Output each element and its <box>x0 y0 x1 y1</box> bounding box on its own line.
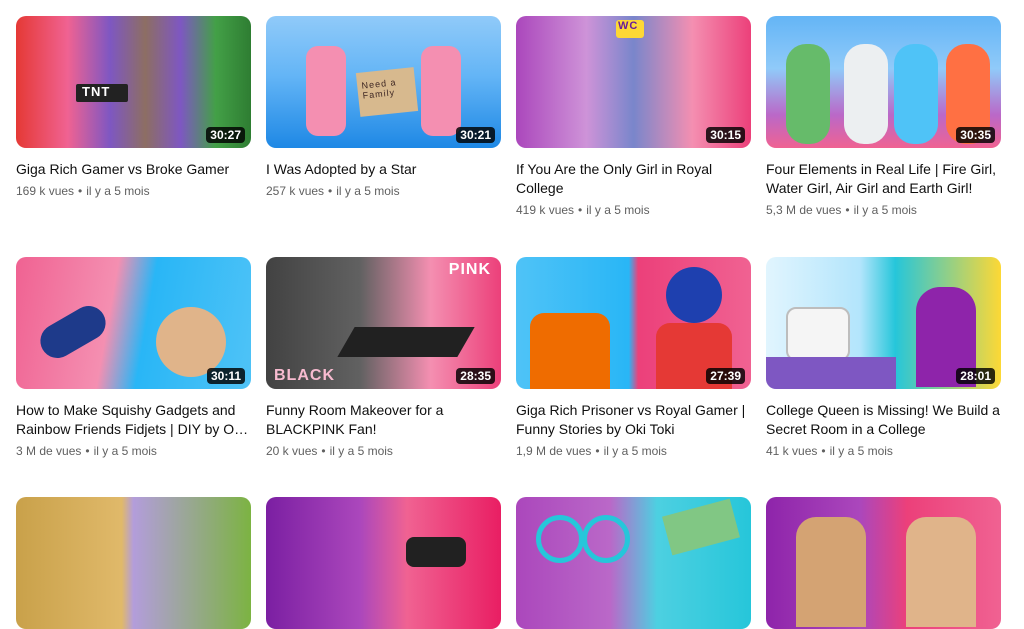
thumbnail-text: TNT <box>82 84 111 99</box>
video-card[interactable] <box>266 497 501 629</box>
video-title[interactable]: How to Make Squishy Gadgets and Rainbow … <box>16 401 251 439</box>
video-title[interactable]: Funny Room Makeover for a BLACKPINK Fan! <box>266 401 501 439</box>
video-thumbnail[interactable]: Need a Family 30:21 <box>266 16 501 148</box>
duration-badge: 30:35 <box>956 127 995 143</box>
view-count: 169 k vues <box>16 184 75 198</box>
video-thumbnail[interactable]: 30:11 <box>16 257 251 389</box>
thumbnail-image <box>266 497 501 629</box>
video-title[interactable]: I Was Adopted by a Star <box>266 160 501 179</box>
duration-badge: 30:27 <box>206 127 245 143</box>
view-count: 1,9 M de vues <box>516 444 592 458</box>
video-meta: 41 k vues • il y a 5 mois <box>766 442 1001 460</box>
video-card[interactable]: PINK BLACK 28:35 Funny Room Makeover for… <box>266 257 501 460</box>
video-card[interactable]: TNT 30:27 Giga Rich Gamer vs Broke Gamer… <box>16 16 251 200</box>
video-card[interactable]: 27:39 Giga Rich Prisoner vs Royal Gamer … <box>516 257 751 460</box>
view-count: 419 k vues <box>516 203 575 217</box>
upload-age: il y a 5 mois <box>829 444 893 458</box>
upload-age: il y a 5 mois <box>93 444 157 458</box>
video-thumbnail[interactable] <box>266 497 501 629</box>
video-thumbnail[interactable] <box>766 497 1001 629</box>
video-thumbnail[interactable]: 27:39 <box>516 257 751 389</box>
thumbnail-text-black: BLACK <box>274 367 335 384</box>
view-count: 3 M de vues <box>16 444 82 458</box>
video-title[interactable]: If You Are the Only Girl in Royal Colleg… <box>516 160 751 198</box>
upload-age: il y a 5 mois <box>329 444 393 458</box>
meta-separator: • <box>595 444 600 458</box>
meta-separator: • <box>321 444 326 458</box>
video-thumbnail[interactable] <box>16 497 251 629</box>
video-thumbnail[interactable]: TNT 30:27 <box>16 16 251 148</box>
thumbnail-image <box>16 497 251 629</box>
meta-separator: • <box>578 203 583 217</box>
upload-age: il y a 5 mois <box>86 184 150 198</box>
video-meta: 5,3 M de vues • il y a 5 mois <box>766 201 1001 219</box>
video-thumbnail[interactable]: 30:35 <box>766 16 1001 148</box>
thumbnail-text-pink: PINK <box>448 261 491 278</box>
video-title[interactable]: Giga Rich Prisoner vs Royal Gamer | Funn… <box>516 401 751 439</box>
duration-badge: 30:11 <box>206 368 245 384</box>
upload-age: il y a 5 mois <box>853 203 917 217</box>
video-card[interactable]: 30:11 How to Make Squishy Gadgets and Ra… <box>16 257 251 460</box>
meta-separator: • <box>78 184 83 198</box>
video-card[interactable] <box>16 497 251 629</box>
duration-badge: 28:35 <box>456 368 495 384</box>
meta-separator: • <box>845 203 850 217</box>
duration-badge: 30:15 <box>706 127 745 143</box>
upload-age: il y a 5 mois <box>336 184 400 198</box>
meta-separator: • <box>85 444 90 458</box>
meta-separator: • <box>328 184 333 198</box>
video-card[interactable]: Need a Family 30:21 I Was Adopted by a S… <box>266 16 501 200</box>
video-card[interactable]: 28:01 College Queen is Missing! We Build… <box>766 257 1001 460</box>
duration-badge: 30:21 <box>456 127 495 143</box>
video-card[interactable] <box>766 497 1001 629</box>
view-count: 20 k vues <box>266 444 318 458</box>
video-title[interactable]: Four Elements in Real Life | Fire Girl, … <box>766 160 1001 198</box>
video-meta: 20 k vues • il y a 5 mois <box>266 442 501 460</box>
video-meta: 169 k vues • il y a 5 mois <box>16 182 251 200</box>
view-count: 5,3 M de vues <box>766 203 842 217</box>
duration-badge: 27:39 <box>706 368 745 384</box>
video-card[interactable]: WC 30:15 If You Are the Only Girl in Roy… <box>516 16 751 219</box>
view-count: 257 k vues <box>266 184 325 198</box>
video-title[interactable]: College Queen is Missing! We Build a Sec… <box>766 401 1001 439</box>
upload-age: il y a 5 mois <box>603 444 667 458</box>
video-meta: 257 k vues • il y a 5 mois <box>266 182 501 200</box>
video-card[interactable] <box>516 497 751 629</box>
video-meta: 1,9 M de vues • il y a 5 mois <box>516 442 751 460</box>
upload-age: il y a 5 mois <box>586 203 650 217</box>
duration-badge: 28:01 <box>956 368 995 384</box>
video-title[interactable]: Giga Rich Gamer vs Broke Gamer <box>16 160 251 179</box>
video-thumbnail[interactable] <box>516 497 751 629</box>
video-thumbnail[interactable]: 28:01 <box>766 257 1001 389</box>
video-meta: 3 M de vues • il y a 5 mois <box>16 442 251 460</box>
meta-separator: • <box>821 444 826 458</box>
video-card[interactable]: 30:35 Four Elements in Real Life | Fire … <box>766 16 1001 219</box>
video-thumbnail[interactable]: WC 30:15 <box>516 16 751 148</box>
video-thumbnail[interactable]: PINK BLACK 28:35 <box>266 257 501 389</box>
thumbnail-text: WC <box>618 20 639 32</box>
view-count: 41 k vues <box>766 444 818 458</box>
video-meta: 419 k vues • il y a 5 mois <box>516 201 751 219</box>
